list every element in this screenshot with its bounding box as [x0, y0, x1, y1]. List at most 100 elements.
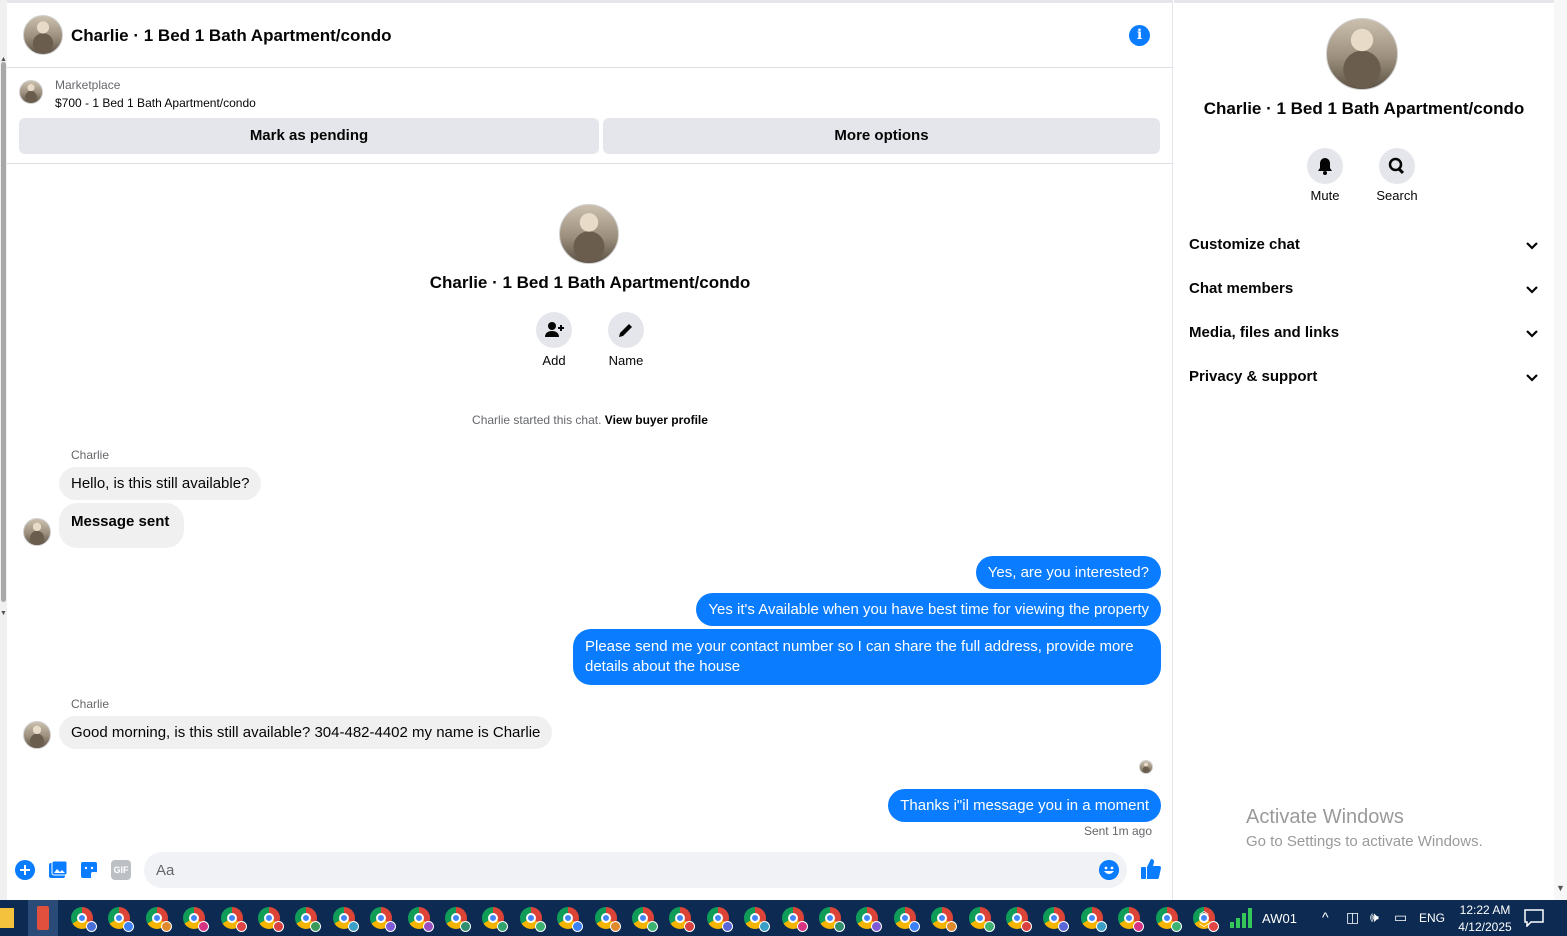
message-input-container[interactable] — [144, 852, 1127, 888]
scroll-down-arrow-icon[interactable]: ▼ — [0, 610, 7, 617]
profile-badge-icon — [160, 921, 172, 932]
info-icon[interactable]: i — [1129, 25, 1150, 46]
profile-badge-icon — [609, 921, 621, 932]
chrome-taskbar-icon[interactable] — [445, 907, 471, 932]
chrome-taskbar-icon[interactable] — [781, 907, 808, 932]
chrome-taskbar-icon[interactable] — [258, 907, 284, 932]
chrome-taskbar-icon[interactable] — [893, 907, 920, 932]
marketplace-listing-bar: Marketplace $700 - 1 Bed 1 Bath Apartmen… — [7, 68, 1173, 164]
network-icon[interactable]: ▭ — [1394, 909, 1407, 926]
overflow-down-icon[interactable]: ﹀ — [1199, 920, 1209, 935]
chrome-taskbar-icon[interactable] — [1080, 907, 1107, 932]
chrome-taskbar-icon[interactable] — [482, 907, 509, 932]
language-indicator[interactable]: ENG — [1419, 911, 1445, 925]
listing-thumbnail[interactable] — [19, 80, 43, 104]
chrome-taskbar-icon[interactable] — [1118, 907, 1145, 932]
profile-badge-icon — [572, 921, 584, 932]
left-scrollbar[interactable]: ▲ ▼ — [0, 0, 7, 900]
chrome-taskbar-icon[interactable] — [819, 907, 845, 932]
outgoing-message[interactable]: Please send me your contact number so I … — [573, 629, 1161, 685]
message-sent-bubble[interactable]: Message sent — [59, 503, 185, 548]
messenger-window: ▲ ▼ Charlie · 1 Bed 1 Bath Apartment/con… — [0, 0, 1567, 936]
add-label: Add — [542, 353, 566, 368]
chrome-taskbar-icon[interactable] — [183, 907, 210, 932]
profile-badge-icon — [834, 921, 845, 932]
privacy-support-section[interactable]: Privacy & support — [1189, 368, 1539, 392]
mute-button[interactable] — [1307, 148, 1343, 184]
chrome-taskbar-icon[interactable] — [968, 907, 995, 932]
panel-avatar[interactable] — [1326, 18, 1398, 90]
outgoing-message[interactable]: Thanks i"il message you in a moment — [888, 789, 1161, 822]
signal-bars-icon[interactable] — [1230, 908, 1252, 928]
gif-icon[interactable]: GIF — [111, 860, 131, 880]
notifications-icon[interactable] — [1524, 909, 1544, 927]
chat-members-section[interactable]: Chat members — [1189, 280, 1539, 304]
sticker-icon[interactable] — [79, 860, 99, 880]
chrome-taskbar-icon[interactable] — [669, 907, 696, 932]
conversation-title[interactable]: Charlie · 1 Bed 1 Bath Apartment/condo — [71, 26, 392, 46]
left-scrollbar-thumb[interactable] — [1, 62, 6, 602]
message-input[interactable] — [156, 852, 1086, 888]
plus-icon[interactable] — [15, 860, 35, 880]
chrome-taskbar-icon[interactable] — [108, 907, 135, 932]
name-label: Name — [608, 353, 644, 368]
clock-time[interactable]: 12:22 AM — [1450, 902, 1520, 918]
windows-taskbar: ︿ ﹀ AW01 ^ ◫ 🕪 ▭ ENG 12:22 AM 4/12/2025 — [0, 900, 1567, 936]
chrome-taskbar-icon[interactable] — [856, 907, 883, 932]
chrome-taskbar-icon[interactable] — [370, 907, 397, 932]
chrome-taskbar-icon[interactable] — [1043, 907, 1070, 932]
thumbs-up-icon[interactable] — [1140, 858, 1162, 880]
profile-badge-icon — [1021, 921, 1032, 932]
chrome-taskbar-icon[interactable] — [295, 907, 322, 932]
incoming-message[interactable]: Good morning, is this still available? 3… — [59, 716, 553, 749]
active-app-slot[interactable] — [28, 900, 58, 936]
network-name[interactable]: AW01 — [1262, 911, 1297, 926]
edit-name-button[interactable] — [608, 312, 644, 348]
scroll-down-arrow-icon[interactable]: ▼ — [1556, 883, 1565, 893]
outgoing-message[interactable]: Yes it's Available when you have best ti… — [696, 593, 1161, 626]
sender-name: Charlie — [71, 448, 110, 462]
chrome-taskbar-icon[interactable] — [594, 907, 621, 932]
photo-icon[interactable] — [48, 860, 68, 880]
chrome-taskbar-icon[interactable] — [1006, 907, 1032, 932]
chrome-taskbar-icon[interactable] — [1155, 907, 1182, 932]
conversation-avatar[interactable] — [23, 15, 63, 55]
right-scrollbar[interactable]: ▼ — [1554, 0, 1567, 900]
app-icon — [37, 906, 49, 930]
listing-price-title[interactable]: $700 - 1 Bed 1 Bath Apartment/condo — [55, 96, 256, 110]
profile-badge-icon — [684, 921, 696, 932]
emoji-icon[interactable] — [1099, 860, 1119, 880]
add-people-button[interactable] — [536, 312, 572, 348]
sender-avatar[interactable] — [23, 518, 51, 546]
chrome-taskbar-icon[interactable] — [744, 907, 771, 932]
profile-badge-icon — [1133, 921, 1145, 932]
view-buyer-profile-link[interactable]: View buyer profile — [605, 413, 708, 427]
chrome-taskbar-icon[interactable] — [332, 907, 359, 932]
chrome-taskbar-icon[interactable] — [519, 907, 546, 932]
sender-avatar[interactable] — [23, 721, 51, 749]
show-hidden-icons-icon[interactable]: ^ — [1322, 909, 1329, 925]
volume-icon[interactable]: 🕪 — [1370, 909, 1379, 926]
incoming-message[interactable]: Hello, is this still available? — [59, 467, 262, 500]
chrome-taskbar-icon[interactable] — [220, 907, 247, 932]
chrome-taskbar-icon[interactable] — [931, 907, 958, 932]
overflow-up-icon[interactable]: ︿ — [1199, 902, 1209, 917]
chrome-taskbar-icon[interactable] — [557, 907, 584, 932]
clock-date[interactable]: 4/12/2025 — [1450, 919, 1520, 935]
chrome-taskbar-icon[interactable] — [145, 907, 172, 932]
seen-indicator-avatar — [1139, 760, 1153, 774]
media-files-links-section[interactable]: Media, files and links — [1189, 324, 1539, 348]
chrome-taskbar-icon[interactable] — [632, 907, 658, 932]
search-button[interactable] — [1379, 148, 1415, 184]
file-explorer-icon[interactable] — [0, 908, 14, 928]
outgoing-message[interactable]: Yes, are you interested? — [975, 556, 1161, 589]
intro-avatar[interactable] — [559, 204, 619, 264]
chrome-taskbar-icon[interactable] — [71, 907, 97, 932]
meet-now-icon[interactable]: ◫ — [1346, 909, 1359, 926]
mark-as-pending-button[interactable]: Mark as pending — [19, 118, 599, 154]
customize-chat-section[interactable]: Customize chat — [1189, 236, 1539, 260]
more-options-button[interactable]: More options — [603, 118, 1160, 154]
chrome-taskbar-icon[interactable] — [407, 907, 434, 932]
chrome-taskbar-icon[interactable] — [706, 907, 733, 932]
profile-badge-icon — [422, 921, 434, 932]
